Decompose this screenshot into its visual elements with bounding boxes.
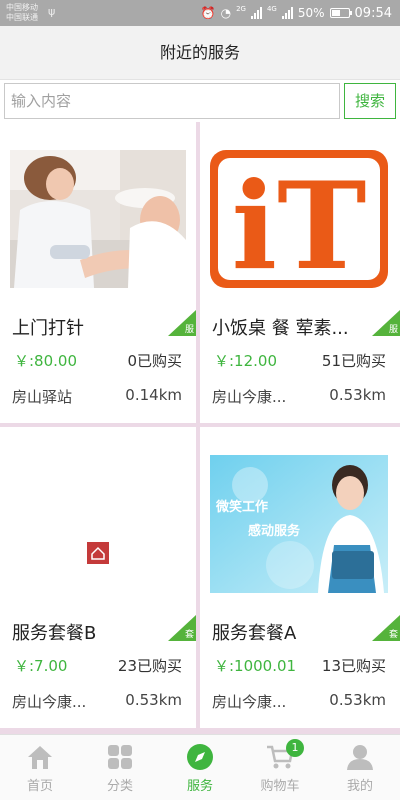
- carrier-2: 中国联通: [6, 13, 38, 22]
- signal-icon-1: [250, 7, 262, 19]
- page-title: 附近的服务: [159, 43, 240, 62]
- service-distance: 0.53km: [329, 691, 386, 709]
- signal-icon-2: [281, 7, 293, 19]
- logo-text: iT: [232, 156, 367, 288]
- service-card[interactable]: 上门打针 服 ￥:80.00 0已购买 房山驿站 0.14km: [0, 122, 196, 423]
- service-distance: 0.53km: [125, 691, 182, 709]
- service-card[interactable]: iT 小饭桌 餐 荤素... 服 ￥:12.00 51已购买 房山今康... 0…: [200, 122, 400, 423]
- status-right: ⏰ ◔ 2G 4G 50% 09:54: [201, 0, 392, 26]
- bottom-tab-bar: 首页 分类 服务 1 购物车 我的: [0, 734, 400, 800]
- service-name: 服务套餐A: [212, 623, 297, 644]
- service-sold-count: 13已购买: [321, 657, 386, 675]
- tab-mine[interactable]: 我的: [320, 735, 400, 800]
- service-location: 房山今康...: [212, 693, 287, 711]
- service-image-nurse: [10, 150, 186, 288]
- user-icon: [347, 745, 373, 770]
- carrier-names: 中国移动 中国联通: [6, 3, 38, 23]
- service-tag-label: 套: [184, 630, 194, 640]
- tab-label: 服务: [186, 779, 213, 794]
- wifi-icon: ◔: [220, 6, 232, 20]
- cart-badge: 1: [286, 739, 304, 757]
- tab-label: 分类: [106, 779, 133, 794]
- service-image-placeholder: [10, 455, 186, 593]
- banner-line-1: 微笑工作: [215, 499, 268, 515]
- tab-category[interactable]: 分类: [80, 735, 160, 800]
- service-sold-count: 0已购买: [127, 352, 182, 370]
- compass-icon: [187, 744, 213, 770]
- tab-service[interactable]: 服务: [160, 735, 240, 800]
- tab-cart[interactable]: 1 购物车: [240, 735, 320, 800]
- carrier-1: 中国移动: [6, 3, 38, 12]
- service-location: 房山今康...: [12, 693, 87, 711]
- alarm-icon: ⏰: [200, 6, 216, 20]
- service-name: 上门打针: [12, 318, 84, 339]
- service-tag-label: 服: [184, 325, 194, 335]
- service-name: 服务套餐B: [12, 623, 97, 644]
- page-title-bar: 附近的服务: [0, 26, 400, 80]
- clock: 09:54: [354, 5, 392, 21]
- service-tag-label: 服: [388, 325, 398, 335]
- tab-label: 购物车: [260, 779, 300, 794]
- tab-home[interactable]: 首页: [0, 735, 80, 800]
- service-card[interactable]: 微笑工作 感动服务 服务套餐A 套 ￥:1000.01 13已购买 房山今康..…: [200, 427, 400, 728]
- search-button[interactable]: 搜索: [344, 83, 396, 119]
- home-icon: [28, 746, 52, 769]
- service-sold-count: 51已购买: [321, 352, 386, 370]
- search-input[interactable]: [4, 83, 340, 119]
- usb-icon: ψ: [48, 5, 56, 18]
- status-bar: 中国移动 中国联通 ψ ⏰ ◔ 2G 4G 50% 09:54: [0, 0, 400, 26]
- service-distance: 0.14km: [125, 386, 182, 404]
- service-price: ￥:12.00: [214, 352, 277, 370]
- battery-percent: 50%: [297, 6, 325, 20]
- service-sold-count: 23已购买: [117, 657, 182, 675]
- search-row: 搜索: [0, 80, 400, 122]
- service-image-logo: iT: [210, 150, 388, 288]
- service-grid: 上门打针 服 ￥:80.00 0已购买 房山驿站 0.14km iT 小饭桌 餐…: [0, 122, 400, 734]
- service-price: ￥:80.00: [14, 352, 77, 370]
- banner-line-2: 感动服务: [248, 523, 301, 539]
- tab-label: 首页: [26, 779, 53, 794]
- network-label-1: 2G: [236, 5, 246, 13]
- service-location: 房山驿站: [12, 388, 73, 406]
- service-location: 房山今康...: [212, 388, 287, 406]
- battery-icon: [329, 8, 352, 18]
- service-name: 小饭桌 餐 荤素...: [212, 318, 349, 339]
- service-card[interactable]: 服务套餐B 套 ￥:7.00 23已购买 房山今康... 0.53km: [0, 427, 196, 728]
- service-distance: 0.53km: [329, 386, 386, 404]
- service-image-banner: 微笑工作 感动服务: [210, 455, 388, 593]
- grid-icon: [108, 745, 132, 769]
- network-label-2: 4G: [266, 5, 277, 13]
- service-price: ￥:7.00: [14, 657, 68, 675]
- tab-label: 我的: [346, 779, 373, 794]
- service-tag-label: 套: [388, 630, 398, 640]
- service-price: ￥:1000.01: [214, 657, 297, 675]
